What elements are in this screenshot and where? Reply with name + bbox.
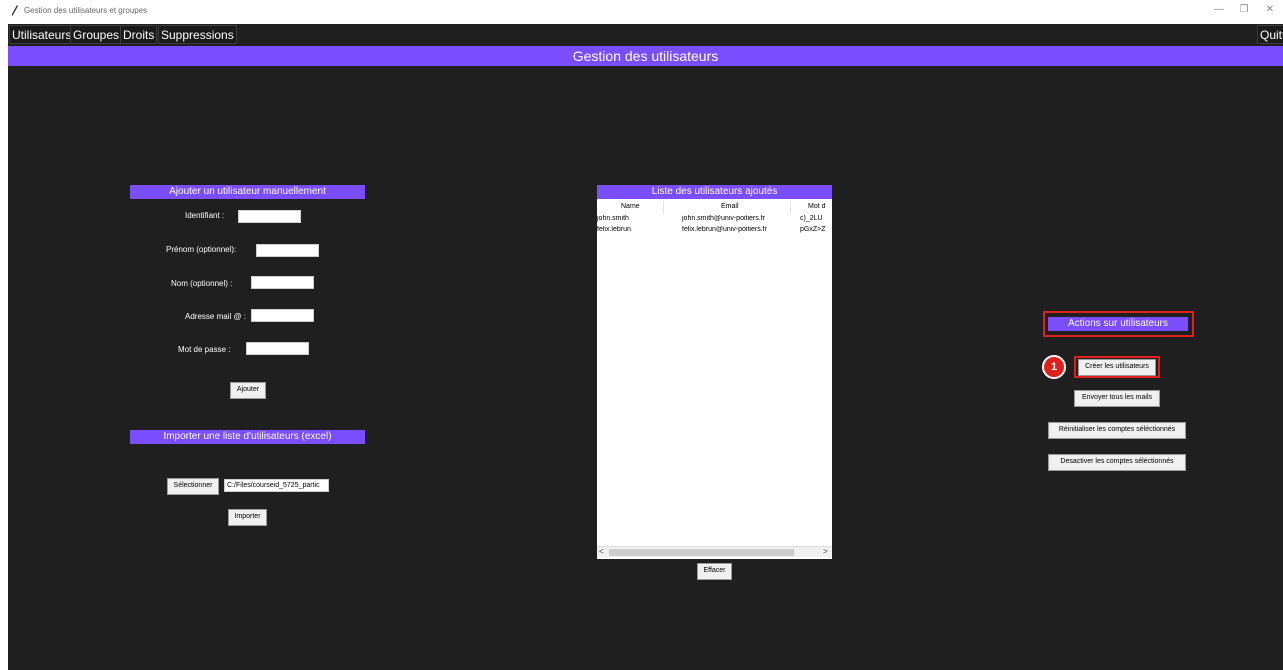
clear-list-button[interactable]: Effacer: [697, 563, 732, 580]
menu-suppressions[interactable]: Suppressions: [158, 25, 237, 44]
quit-button[interactable]: Quitt: [1257, 25, 1283, 44]
prenom-input[interactable]: [256, 244, 319, 257]
column-header-name[interactable]: Name: [621, 203, 640, 210]
nom-label: Nom (optionnel) :: [171, 279, 233, 288]
scroll-left-icon[interactable]: <: [599, 547, 604, 557]
reset-selected-button[interactable]: Réinitialiser les comptes séléctionnés: [1048, 422, 1186, 439]
close-button[interactable]: ✕: [1260, 4, 1280, 15]
app-window: Gestion des utilisateurs et groupes — ❐ …: [0, 0, 1283, 670]
scrollbar-thumb[interactable]: [609, 549, 794, 556]
prenom-label: Prénom (optionnel):: [166, 245, 237, 254]
import-title: Importer une liste d'utilisateurs (excel…: [130, 430, 365, 444]
menu-utilisateurs[interactable]: Utilisateurs: [9, 25, 75, 44]
nom-input[interactable]: [251, 276, 314, 289]
email-input[interactable]: [251, 309, 314, 322]
step-badge: 1: [1042, 355, 1066, 379]
send-all-mails-button[interactable]: Envoyer tous les mails: [1074, 390, 1160, 407]
add-user-button[interactable]: Ajouter: [230, 382, 266, 399]
password-input[interactable]: [246, 342, 309, 355]
identifiant-label: Identifiant :: [185, 211, 225, 220]
manual-add-title: Ajouter un utilisateur manuellement: [130, 185, 365, 199]
feather-icon: [12, 5, 18, 16]
user-list-title: Liste des utilisateurs ajoutés: [597, 185, 832, 199]
column-header-password[interactable]: Mot d: [808, 203, 832, 210]
select-file-button[interactable]: Sélectionner: [167, 478, 219, 495]
menu-droits[interactable]: Droits: [120, 25, 158, 44]
row-password: c)_2LU: [800, 215, 823, 222]
row-name: john.smith: [597, 215, 629, 222]
horizontal-scrollbar[interactable]: < >: [597, 546, 832, 557]
email-label: Adresse mail @ :: [185, 312, 247, 321]
file-path-input[interactable]: C:/Files/courseid_5725_partic: [224, 479, 329, 492]
actions-title: Actions sur utilisateurs: [1048, 317, 1188, 331]
row-password: pGxZ>Z: [800, 226, 826, 233]
row-name: felix.lebrun: [597, 226, 631, 233]
window-title: Gestion des utilisateurs et groupes: [24, 6, 148, 15]
user-list-table[interactable]: Name Email Mot d john.smith john.smith@u…: [597, 199, 832, 559]
identifiant-input[interactable]: [238, 210, 301, 223]
create-users-button[interactable]: Créer les utilisateurs: [1078, 359, 1156, 376]
row-email: felix.lebrun@univ-poitiers.fr: [682, 226, 767, 233]
minimize-button[interactable]: —: [1209, 4, 1229, 15]
app-content: Utilisateurs Groupes Droits Suppressions…: [8, 24, 1283, 670]
column-header-email[interactable]: Email: [721, 203, 739, 210]
menu-groupes[interactable]: Groupes: [70, 25, 123, 44]
column-separator[interactable]: [790, 201, 791, 214]
window-left-edge: [0, 24, 8, 670]
scroll-right-icon[interactable]: >: [823, 547, 828, 557]
password-label: Mot de passe :: [178, 345, 231, 354]
deactivate-selected-button[interactable]: Desactiver les comptes séléctionnés: [1048, 454, 1186, 471]
page-title: Gestion des utilisateurs: [8, 46, 1283, 66]
title-bar: Gestion des utilisateurs et groupes — ❐ …: [0, 0, 1283, 24]
column-separator[interactable]: [663, 201, 664, 214]
menu-bar: Utilisateurs Groupes Droits Suppressions…: [8, 24, 1283, 44]
row-email: john.smith@univ-poitiers.fr: [682, 215, 765, 222]
restore-button[interactable]: ❐: [1234, 4, 1254, 15]
import-button[interactable]: Importer: [228, 509, 267, 526]
